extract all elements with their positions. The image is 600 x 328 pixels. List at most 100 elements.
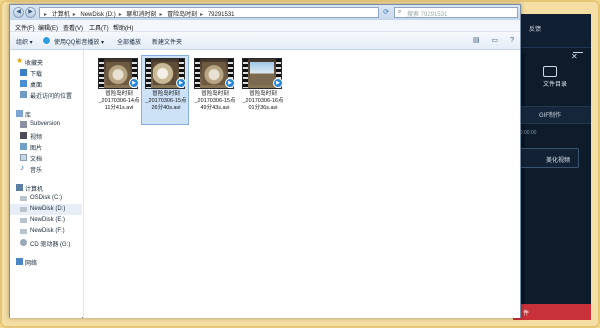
sidebar-item-label: 最近访问的位置 — [30, 94, 73, 100]
file-name-line: 冒险岛时刻 — [105, 91, 133, 97]
sidebar-item-label: 图片 — [30, 146, 43, 152]
sidebar-item-cd-drive[interactable]: CD 驱动器 (G:) — [10, 237, 82, 248]
explorer-window: ◀ ▶ ▸ 计算机 ▸ NewDisk (D:) ▸ 聊和消时刻 ▸ 冒险岛时刻 ▸ 7… — [9, 4, 521, 318]
menu-view[interactable]: 查看(V) — [63, 23, 83, 32]
change-view-icon[interactable]: ▤ — [473, 37, 480, 44]
sidebar-item-desktop[interactable]: 桌面 — [10, 78, 82, 89]
sidebar-item-newdisk-f[interactable]: NewDisk (F:) — [10, 226, 82, 237]
qq-player-badge-icon: ▶ — [273, 78, 283, 88]
feedback-tab[interactable]: 反馈 — [529, 24, 541, 33]
file-name-line: 26分40s.avi — [151, 105, 181, 111]
sidebar-item-recent[interactable]: 最近访问的位置 — [10, 89, 82, 100]
file-item[interactable]: ▶ 冒险岛时刻 _20170306-15点 49分43s.avi — [190, 55, 238, 125]
subversion-icon — [20, 121, 27, 128]
new-folder-button[interactable]: 新建文件夹 — [152, 37, 182, 46]
view-controls: ▤ ▭ ? — [463, 36, 514, 44]
sidebar-item-favorites[interactable]: ★ 收藏夹 — [10, 56, 82, 67]
thumbnail-image — [106, 62, 130, 85]
sidebar-item-computer[interactable]: 计算机 — [10, 182, 82, 193]
library-icon — [16, 110, 23, 117]
file-name-line: 冒险岛时刻 — [152, 91, 180, 97]
path-segment[interactable]: NewDisk (D:) — [80, 12, 115, 18]
address-path[interactable]: ▸ 计算机 ▸ NewDisk (D:) ▸ 聊和消时刻 ▸ 冒险岛时刻 ▸ 79291… — [39, 7, 379, 18]
refresh-icon[interactable]: ⟳ — [380, 7, 392, 18]
sidebar-item-label: 视频 — [30, 135, 43, 141]
path-segment[interactable]: 79291531 — [208, 12, 235, 18]
menu-edit[interactable]: 编辑(E) — [38, 23, 58, 32]
sidebar-item-label: 收藏夹 — [25, 61, 44, 67]
sidebar-item-newdisk-d[interactable]: NewDisk (D:) — [10, 204, 82, 215]
sidebar-item-osdisk[interactable]: OSDisk (C:) — [10, 193, 82, 204]
sidebar-item-videos[interactable]: 视频 — [10, 130, 82, 141]
bottom-red-label: 件 — [523, 311, 530, 317]
path-root-icon: ▸ — [44, 12, 48, 18]
bottom-red-bar[interactable]: 件 — [513, 304, 591, 320]
sidebar-item-newdisk-e[interactable]: NewDisk (E:) — [10, 215, 82, 226]
drive-icon — [20, 196, 27, 201]
path-separator-icon: ▸ — [200, 12, 204, 18]
file-name: 冒险岛时刻 _20170306-16点 01分36s.avi — [239, 91, 287, 112]
beautify-video-button[interactable]: 美化视频 — [519, 148, 579, 168]
qq-player-icon — [42, 36, 51, 45]
file-name-line: _20170306-16点 — [242, 98, 284, 104]
thumbnail-image — [202, 62, 226, 85]
folder-label[interactable]: 文件目录 — [543, 79, 567, 88]
sidebar-item-network[interactable]: 网络 — [10, 256, 82, 267]
sidebar-item-downloads[interactable]: 下载 — [10, 67, 82, 78]
sidebar-item-music[interactable]: ♪ 音乐 — [10, 163, 82, 174]
film-strip-icon — [195, 59, 200, 88]
film-strip-icon — [243, 59, 248, 88]
sidebar-item-label: 库 — [25, 113, 32, 119]
path-segment[interactable]: 冒险岛时刻 — [167, 12, 197, 18]
sidebar-item-label: NewDisk (E:) — [30, 217, 66, 223]
menu-file[interactable]: 文件(F) — [15, 23, 35, 32]
sidebar-item-label: NewDisk (F:) — [30, 228, 65, 234]
download-icon — [20, 69, 27, 76]
file-name-line: 49分43s.avi — [200, 105, 230, 111]
path-separator-icon: ▸ — [159, 12, 163, 18]
recent-places-icon — [20, 91, 27, 98]
close-icon[interactable]: ✕ — [571, 52, 578, 61]
sidebar-item-label: CD 驱动器 (G:) — [30, 242, 71, 248]
network-icon — [16, 258, 23, 265]
sidebar-item-pictures[interactable]: 图片 — [10, 141, 82, 152]
path-segment[interactable]: 计算机 — [52, 12, 70, 18]
computer-icon — [16, 184, 23, 191]
star-icon: ★ — [16, 56, 24, 65]
file-name-line: 冒险岛时刻 — [249, 91, 277, 97]
forward-button[interactable]: ▶ — [25, 7, 36, 18]
sidebar-item-label: 文档 — [30, 157, 43, 163]
address-bar-row: ◀ ▶ ▸ 计算机 ▸ NewDisk (D:) ▸ 聊和消时刻 ▸ 冒险岛时刻 ▸ 7… — [10, 5, 520, 20]
menu-help[interactable]: 帮助(H) — [113, 23, 133, 32]
preview-pane-icon[interactable]: ▭ — [492, 37, 499, 44]
back-button[interactable]: ◀ — [13, 7, 24, 18]
file-item[interactable]: ▶ 冒险岛时刻 _20170306-16点 01分36s.avi — [238, 55, 286, 125]
file-name-line: _20170306-14点 — [98, 98, 140, 104]
search-placeholder: 搜索 79291531 — [407, 12, 448, 18]
pictures-icon — [20, 143, 27, 150]
organize-button[interactable]: 组织 ▾ — [16, 37, 33, 46]
help-icon[interactable]: ? — [510, 37, 514, 44]
sidebar-item-documents[interactable]: 文档 — [10, 152, 82, 163]
sidebar-item-subversion[interactable]: Subversion — [10, 119, 82, 130]
file-name: 冒险岛时刻 _20170306-15点 26分40s.avi — [142, 91, 190, 112]
sidebar-item-label: 下载 — [30, 72, 43, 78]
qq-player-badge-icon: ▶ — [129, 78, 139, 88]
film-strip-icon — [99, 59, 104, 88]
play-all-button[interactable]: 全部播放 — [117, 37, 141, 46]
film-strip-icon — [146, 59, 151, 88]
path-separator-icon: ▸ — [118, 12, 122, 18]
file-item[interactable]: ▶ 冒险岛时刻 _20170306-14点 11分41s.avi — [94, 55, 142, 125]
search-icon: ⌕ — [398, 9, 402, 15]
path-segment[interactable]: 聊和消时刻 — [126, 12, 156, 18]
search-input[interactable]: ⌕ 搜索 79291531 — [394, 7, 518, 18]
gif-tab[interactable]: GIF制作 — [539, 110, 561, 119]
file-name-line: 11分41s.avi — [104, 105, 134, 111]
sidebar-item-libraries[interactable]: 库 — [10, 108, 82, 119]
sidebar-item-label: OSDisk (C:) — [30, 195, 62, 201]
menu-tools[interactable]: 工具(T) — [89, 23, 109, 32]
file-name-line: 01分36s.avi — [248, 105, 278, 111]
file-item-selected[interactable]: ▶ 冒险岛时刻 _20170306-15点 26分40s.avi — [141, 55, 189, 125]
folder-icon[interactable] — [543, 66, 557, 77]
open-with-qq-button[interactable]: 使用QQ影音播放 ▾ — [54, 37, 104, 46]
